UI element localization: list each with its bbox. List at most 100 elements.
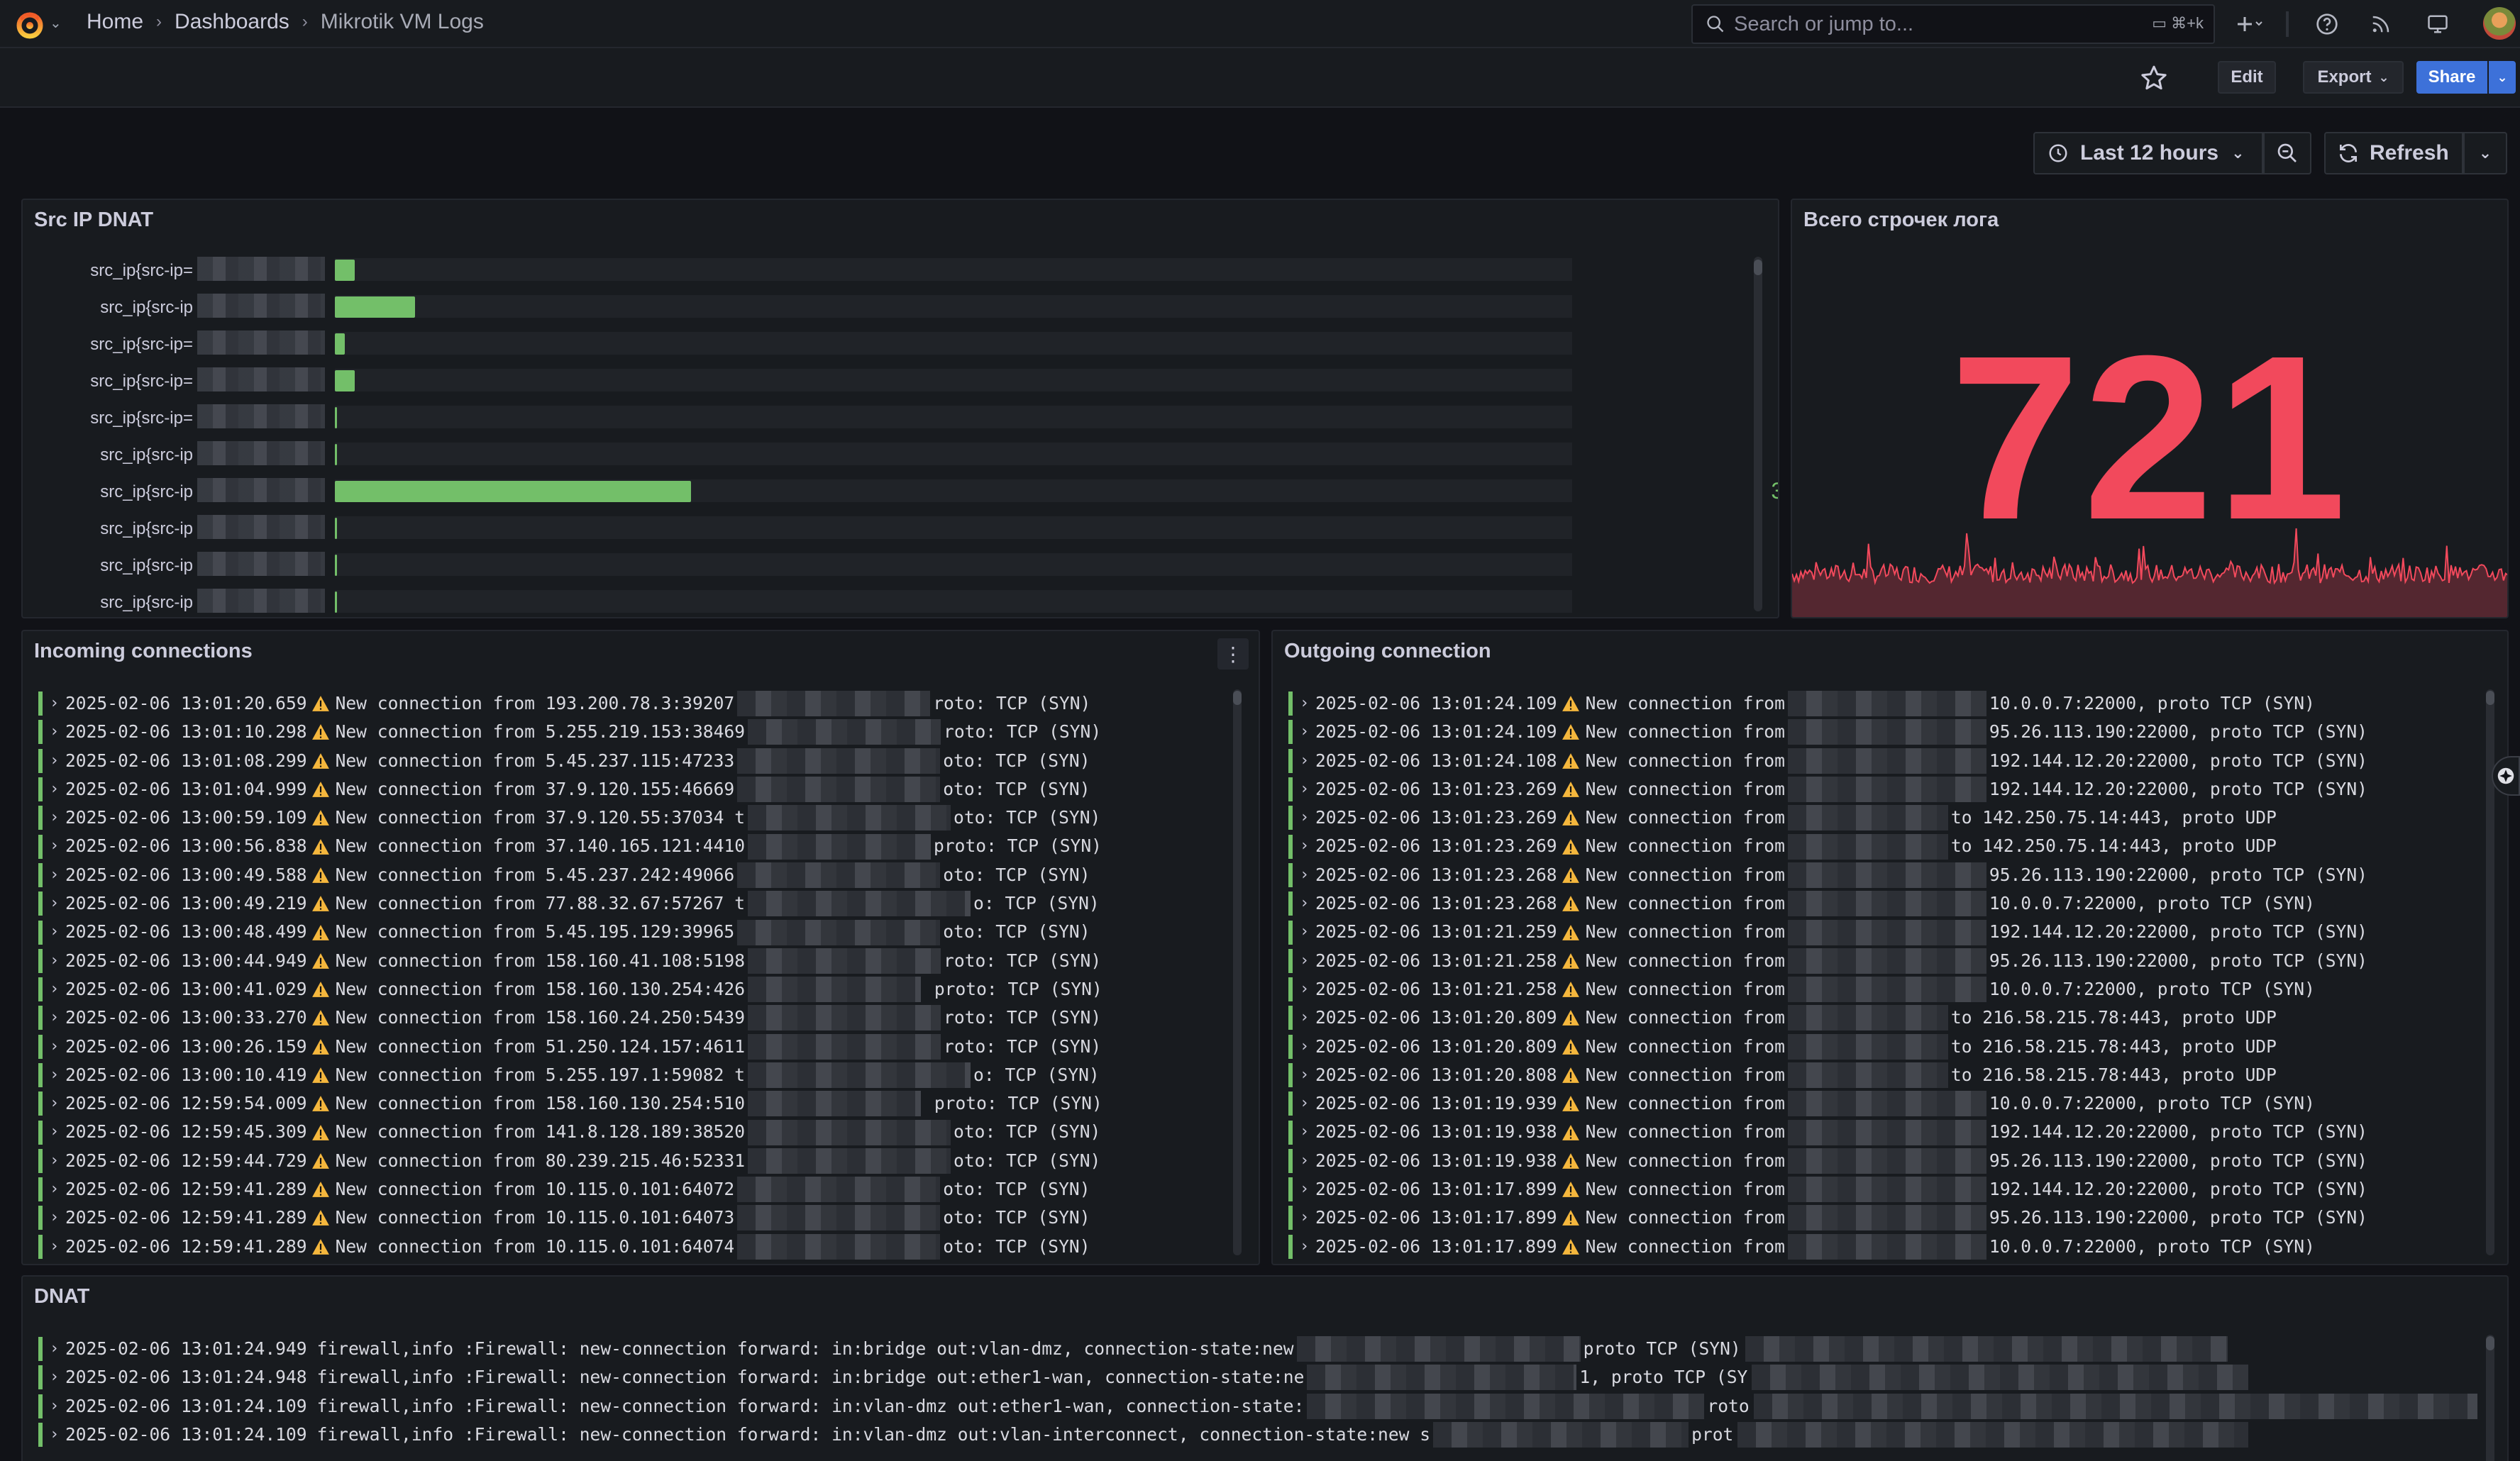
chevron-right-icon[interactable]: › xyxy=(1300,718,1312,746)
chevron-right-icon[interactable]: › xyxy=(1300,947,1312,975)
chevron-right-icon[interactable]: › xyxy=(50,832,62,860)
bar-fill[interactable] xyxy=(335,296,416,318)
chevron-down-icon[interactable]: ⌄ xyxy=(50,14,62,32)
bar-fill[interactable] xyxy=(335,481,692,502)
chevron-right-icon[interactable]: › xyxy=(1300,1033,1312,1061)
refresh-interval-picker[interactable]: ⌄ xyxy=(2463,132,2507,174)
log-line[interactable]: › 2025-02-06 13:01:23.268 New connection f… xyxy=(1288,861,2367,889)
scrollbar[interactable] xyxy=(1754,257,1762,611)
star-icon[interactable] xyxy=(2140,64,2168,92)
bar-fill[interactable] xyxy=(335,370,355,391)
chevron-right-icon[interactable]: › xyxy=(1300,832,1312,860)
log-line[interactable]: › 2025-02-06 13:01:04.999 New connection f… xyxy=(38,775,1102,804)
panel-title[interactable]: Src IP DNAT xyxy=(34,209,153,232)
log-line[interactable]: › 2025-02-06 13:01:24.949 firewall,info :F… xyxy=(38,1335,2477,1363)
chevron-right-icon[interactable]: › xyxy=(50,889,62,918)
chevron-right-icon[interactable]: › xyxy=(1300,1175,1312,1204)
chevron-right-icon[interactable]: › xyxy=(50,1363,62,1391)
panel-title[interactable]: Всего строчек лога xyxy=(1803,209,1999,232)
rss-icon[interactable] xyxy=(2365,9,2397,40)
log-line[interactable]: › 2025-02-06 12:59:54.009 New connection f… xyxy=(38,1089,1102,1118)
log-line[interactable]: › 2025-02-06 13:01:19.938 New connection f… xyxy=(1288,1147,2367,1175)
chevron-right-icon[interactable]: › xyxy=(1300,1147,1312,1175)
scrollbar-thumb[interactable] xyxy=(1754,260,1762,275)
log-line[interactable]: › 2025-02-06 13:01:24.109 firewall,info :F… xyxy=(38,1421,2477,1449)
bar-fill[interactable] xyxy=(335,260,355,281)
log-line[interactable]: › 2025-02-06 13:00:48.499 New connection f… xyxy=(38,918,1102,946)
chevron-right-icon[interactable]: › xyxy=(50,861,62,889)
chevron-right-icon[interactable]: › xyxy=(50,1204,62,1232)
chevron-right-icon[interactable]: › xyxy=(50,1335,62,1363)
log-line[interactable]: › 2025-02-06 13:01:10.298 New connection f… xyxy=(38,718,1102,746)
log-line[interactable]: › 2025-02-06 13:00:26.159 New connection f… xyxy=(38,1033,1102,1061)
panel-title[interactable]: Outgoing connection xyxy=(1284,640,1491,663)
panel-title[interactable]: DNAT xyxy=(34,1285,89,1309)
share-menu-button[interactable]: ⌄ xyxy=(2489,61,2516,94)
chevron-right-icon[interactable]: › xyxy=(50,918,62,946)
chevron-right-icon[interactable]: › xyxy=(1300,804,1312,832)
chevron-right-icon[interactable]: › xyxy=(50,804,62,832)
chevron-right-icon[interactable]: › xyxy=(50,1061,62,1089)
chevron-right-icon[interactable]: › xyxy=(50,718,62,746)
chevron-right-icon[interactable]: › xyxy=(1300,918,1312,946)
bar-fill[interactable] xyxy=(335,591,338,613)
chevron-right-icon[interactable]: › xyxy=(1300,689,1312,718)
time-range-picker[interactable]: Last 12 hours ⌄ xyxy=(2033,132,2263,174)
breadcrumb-home[interactable]: Home xyxy=(87,10,143,34)
log-line[interactable]: › 2025-02-06 12:59:41.289 New connection f… xyxy=(38,1175,1102,1204)
grafana-logo-icon[interactable] xyxy=(14,9,45,40)
chevron-right-icon[interactable]: › xyxy=(1300,747,1312,775)
log-line[interactable]: › 2025-02-06 13:00:56.838 New connection f… xyxy=(38,832,1102,860)
chevron-right-icon[interactable]: › xyxy=(50,1175,62,1204)
chevron-right-icon[interactable]: › xyxy=(50,1147,62,1175)
log-line[interactable]: › 2025-02-06 13:00:49.588 New connection f… xyxy=(38,861,1102,889)
bar-fill[interactable] xyxy=(335,555,338,576)
log-line[interactable]: › 2025-02-06 12:59:44.729 New connection f… xyxy=(38,1147,1102,1175)
chevron-right-icon[interactable]: › xyxy=(1300,1204,1312,1232)
log-line[interactable]: › 2025-02-06 13:01:17.899 New connection f… xyxy=(1288,1175,2367,1204)
log-line[interactable]: › 2025-02-06 13:01:20.809 New connection f… xyxy=(1288,1033,2367,1061)
log-line[interactable]: › 2025-02-06 13:00:41.029 New connection f… xyxy=(38,975,1102,1004)
breadcrumb-dashboards[interactable]: Dashboards xyxy=(175,10,289,34)
bar-fill[interactable] xyxy=(335,333,345,355)
scrollbar-thumb[interactable] xyxy=(2486,691,2494,705)
scrollbar-thumb[interactable] xyxy=(1233,691,1242,705)
log-line[interactable]: › 2025-02-06 13:01:20.809 New connection f… xyxy=(1288,1004,2367,1032)
chevron-right-icon[interactable]: › xyxy=(50,1233,62,1261)
log-line[interactable]: › 2025-02-06 13:01:23.269 New connection f… xyxy=(1288,832,2367,860)
chevron-right-icon[interactable]: › xyxy=(50,1033,62,1061)
log-line[interactable]: › 2025-02-06 13:01:23.268 New connection f… xyxy=(1288,889,2367,918)
chevron-right-icon[interactable]: › xyxy=(1300,1233,1312,1261)
chevron-right-icon[interactable]: › xyxy=(50,1392,62,1421)
log-line[interactable]: › 2025-02-06 13:01:08.299 New connection f… xyxy=(38,747,1102,775)
chevron-right-icon[interactable]: › xyxy=(50,975,62,1004)
chevron-right-icon[interactable]: › xyxy=(50,1118,62,1146)
log-line[interactable]: › 2025-02-06 13:01:23.269 New connection f… xyxy=(1288,775,2367,804)
chevron-right-icon[interactable]: › xyxy=(50,775,62,804)
chevron-right-icon[interactable]: › xyxy=(1300,1089,1312,1118)
chevron-right-icon[interactable]: › xyxy=(50,1004,62,1032)
log-line[interactable]: › 2025-02-06 13:00:44.949 New connection f… xyxy=(38,947,1102,975)
log-line[interactable]: › 2025-02-06 13:01:24.109 New connection f… xyxy=(1288,718,2367,746)
panel-title[interactable]: Incoming connections xyxy=(34,640,253,663)
export-button[interactable]: Export ⌄ xyxy=(2303,61,2404,94)
log-line[interactable]: › 2025-02-06 13:00:33.270 New connection f… xyxy=(38,1004,1102,1032)
zoom-out-button[interactable] xyxy=(2263,132,2311,174)
chevron-right-icon[interactable]: › xyxy=(1300,1061,1312,1089)
log-line[interactable]: › 2025-02-06 13:01:19.939 New connection f… xyxy=(1288,1089,2367,1118)
log-line[interactable]: › 2025-02-06 13:01:23.269 New connection f… xyxy=(1288,804,2367,832)
log-line[interactable]: › 2025-02-06 13:00:49.219 New connection f… xyxy=(38,889,1102,918)
chevron-right-icon[interactable]: › xyxy=(50,689,62,718)
chevron-right-icon[interactable]: › xyxy=(1300,861,1312,889)
scrollbar[interactable] xyxy=(1233,689,1242,1255)
bar-fill[interactable] xyxy=(335,444,338,465)
chevron-right-icon[interactable]: › xyxy=(1300,775,1312,804)
chevron-right-icon[interactable]: › xyxy=(1300,1004,1312,1032)
chevron-right-icon[interactable]: › xyxy=(1300,975,1312,1004)
log-line[interactable]: › 2025-02-06 13:01:19.938 New connection f… xyxy=(1288,1118,2367,1146)
chevron-right-icon[interactable]: › xyxy=(50,947,62,975)
chevron-right-icon[interactable]: › xyxy=(50,1421,62,1449)
log-line[interactable]: › 2025-02-06 13:01:24.109 New connection f… xyxy=(1288,689,2367,718)
log-line[interactable]: › 2025-02-06 12:59:45.309 New connection f… xyxy=(38,1118,1102,1146)
log-line[interactable]: › 2025-02-06 13:01:24.108 New connection f… xyxy=(1288,747,2367,775)
